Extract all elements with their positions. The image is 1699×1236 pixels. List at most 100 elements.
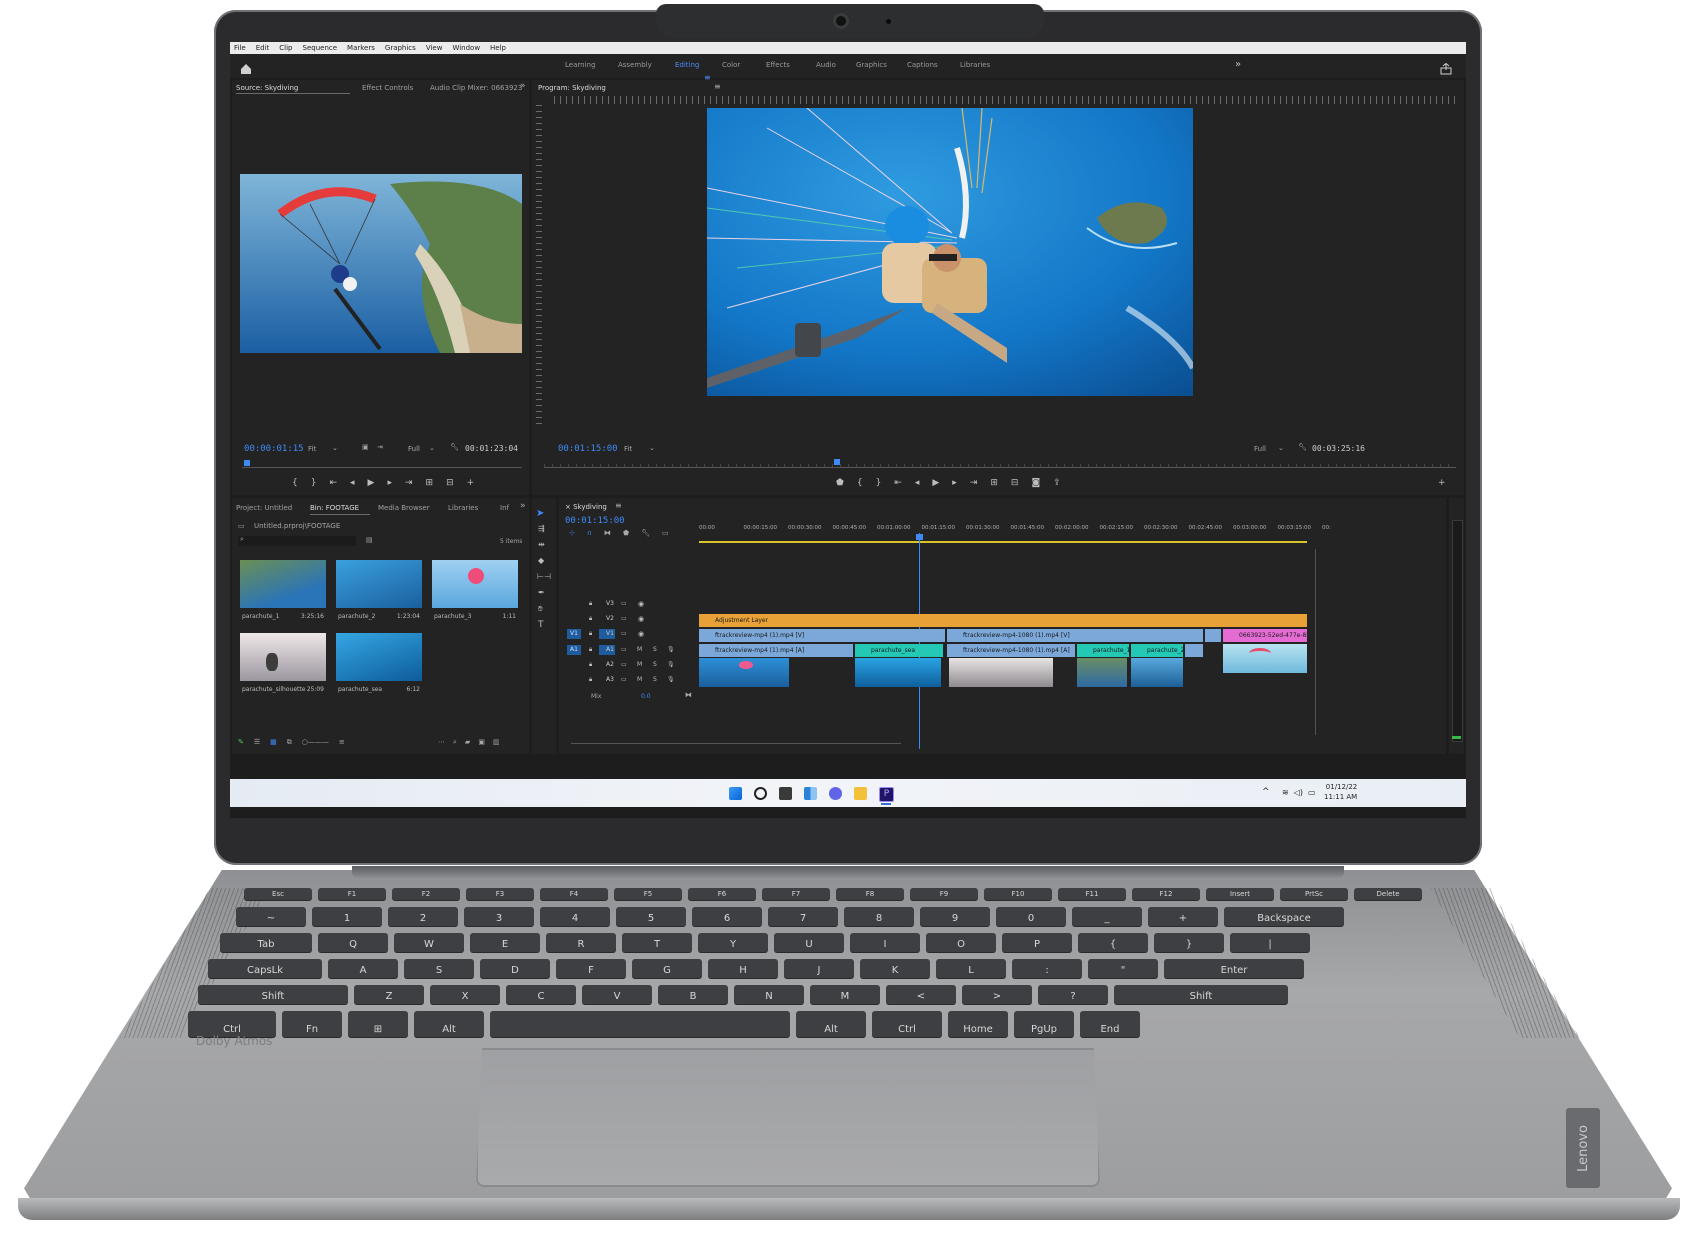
- workspace-captions[interactable]: Captions: [907, 61, 938, 69]
- touchpad[interactable]: [476, 1048, 1100, 1187]
- key[interactable]: Fn: [282, 1010, 342, 1038]
- key[interactable]: Z: [354, 984, 424, 1004]
- sort-icon[interactable]: ≡: [339, 738, 345, 747]
- workspace-effects[interactable]: Effects: [766, 61, 790, 69]
- source-quality-select[interactable]: Full: [408, 445, 420, 453]
- clip-v1-ftrackreview[interactable]: ftrackreview-mp4 (1).mp4 [V]: [699, 629, 945, 642]
- key[interactable]: F11: [1058, 888, 1126, 900]
- key[interactable]: ": [1088, 958, 1158, 978]
- key[interactable]: L: [936, 958, 1006, 978]
- key[interactable]: _: [1072, 906, 1142, 927]
- key[interactable]: M: [810, 984, 880, 1004]
- mark-out-icon[interactable]: }: [876, 478, 882, 488]
- sync-lock-icon[interactable]: ▭: [621, 676, 627, 683]
- battery-icon[interactable]: ▭: [1308, 788, 1316, 797]
- new-item-icon[interactable]: ▣: [478, 738, 485, 747]
- key[interactable]: H: [708, 958, 778, 978]
- key[interactable]: P: [1002, 932, 1072, 953]
- linked-selection-icon[interactable]: ⧓: [604, 529, 611, 537]
- file-explorer-icon[interactable]: [854, 787, 867, 800]
- key[interactable]: Insert: [1206, 888, 1274, 900]
- add-button-icon[interactable]: +: [1438, 478, 1446, 488]
- solo-button[interactable]: S: [653, 646, 657, 653]
- panel-menu-icon[interactable]: ≡: [615, 501, 622, 510]
- project-item[interactable]: parachute_silhouette 25:09: [240, 633, 326, 695]
- solo-button[interactable]: S: [653, 661, 657, 668]
- key[interactable]: F7: [762, 888, 830, 900]
- lock-icon[interactable]: 🔒︎: [589, 630, 592, 638]
- key[interactable]: Home: [948, 1010, 1008, 1038]
- clip-a1-parachute-2[interactable]: parachute_2: [1131, 644, 1183, 657]
- program-playhead[interactable]: [834, 459, 840, 465]
- task-view-icon[interactable]: [779, 787, 792, 800]
- step-forward-icon[interactable]: ▸: [952, 478, 957, 488]
- list-view-icon[interactable]: ☰: [254, 738, 260, 747]
- source-timecode[interactable]: 00:00:01:15: [244, 444, 304, 454]
- key[interactable]: 5: [616, 906, 686, 927]
- tab-timeline-skydiving[interactable]: × Skydiving: [565, 503, 607, 511]
- key[interactable]: N: [734, 984, 804, 1004]
- trash-icon[interactable]: ▥: [493, 738, 500, 747]
- mark-out-icon[interactable]: }: [311, 478, 317, 488]
- key[interactable]: PgUp: [1014, 1010, 1074, 1038]
- timeline-timecode[interactable]: 00:01:15:00: [565, 516, 625, 526]
- source-scrubber[interactable]: [242, 464, 522, 468]
- key[interactable]: Alt: [796, 1010, 866, 1038]
- go-to-out-icon[interactable]: ⇥: [970, 478, 978, 488]
- workspace-graphics[interactable]: Graphics: [856, 61, 887, 69]
- key[interactable]: {: [1078, 932, 1148, 953]
- insert-clip-icon[interactable]: ⊞: [426, 478, 434, 488]
- timeline-settings-icon[interactable]: 🔧︎: [641, 529, 650, 537]
- clip-a1-parachute-1[interactable]: parachute_1: [1077, 644, 1129, 657]
- key[interactable]: F3: [466, 888, 534, 900]
- key[interactable]: E: [470, 932, 540, 953]
- key[interactable]: 3: [464, 906, 534, 927]
- key[interactable]: 4: [540, 906, 610, 927]
- program-quality-select[interactable]: Full: [1254, 445, 1266, 453]
- clip-a1-ftrackreview-1080[interactable]: ftrackreview-mp4-1080 (1).mp4 [A]: [947, 644, 1075, 657]
- key[interactable]: [490, 1010, 790, 1038]
- add-marker-icon[interactable]: ⬟: [623, 529, 629, 537]
- project-item[interactable]: parachute_1 3:25:16: [240, 560, 326, 622]
- key[interactable]: O: [926, 932, 996, 953]
- slip-tool-icon[interactable]: ⊢⊣: [537, 572, 551, 581]
- key[interactable]: CapsLk: [208, 958, 322, 978]
- workspace-editing[interactable]: Editing: [675, 61, 699, 69]
- key[interactable]: W: [394, 932, 464, 953]
- key[interactable]: F1: [318, 888, 386, 900]
- overwrite-clip-icon[interactable]: ⊟: [446, 478, 454, 488]
- sync-lock-icon[interactable]: ▭: [621, 600, 627, 607]
- pen-tool-icon[interactable]: ✒: [538, 588, 545, 597]
- key[interactable]: F8: [836, 888, 904, 900]
- lock-icon[interactable]: 🔒︎: [589, 676, 592, 684]
- chevron-up-icon[interactable]: ^: [1262, 787, 1270, 797]
- camera-icon[interactable]: ◙: [1031, 478, 1040, 488]
- wifi-icon[interactable]: ≋: [1282, 788, 1289, 797]
- key[interactable]: }: [1154, 932, 1224, 953]
- microphone-icon[interactable]: 🎙︎: [667, 646, 675, 653]
- key[interactable]: G: [632, 958, 702, 978]
- key[interactable]: 6: [692, 906, 762, 927]
- menu-help[interactable]: Help: [490, 44, 506, 52]
- icon-view-icon[interactable]: ▦: [270, 738, 277, 747]
- step-back-icon[interactable]: ◂: [915, 478, 920, 488]
- key[interactable]: Enter: [1164, 958, 1304, 978]
- windows-start-icon[interactable]: [729, 787, 742, 800]
- share-icon[interactable]: [1440, 60, 1452, 79]
- key[interactable]: K: [860, 958, 930, 978]
- find-icon[interactable]: ⌕: [453, 738, 457, 747]
- type-tool-icon[interactable]: T: [538, 620, 544, 630]
- key[interactable]: F4: [540, 888, 608, 900]
- key[interactable]: Q: [318, 932, 388, 953]
- project-item[interactable]: parachute_3 1:11: [432, 560, 518, 622]
- step-back-icon[interactable]: ◂: [350, 478, 355, 488]
- captions-icon[interactable]: ▭: [662, 529, 669, 537]
- razor-tool-icon[interactable]: ◆: [538, 556, 544, 565]
- key[interactable]: J: [784, 958, 854, 978]
- mix-value[interactable]: 0.0: [641, 693, 651, 700]
- mute-button[interactable]: M: [637, 661, 642, 668]
- key[interactable]: 2: [388, 906, 458, 927]
- key[interactable]: R: [546, 932, 616, 953]
- tab-project[interactable]: Project: Untitled: [236, 504, 292, 512]
- clip-v1-short[interactable]: [1205, 629, 1221, 642]
